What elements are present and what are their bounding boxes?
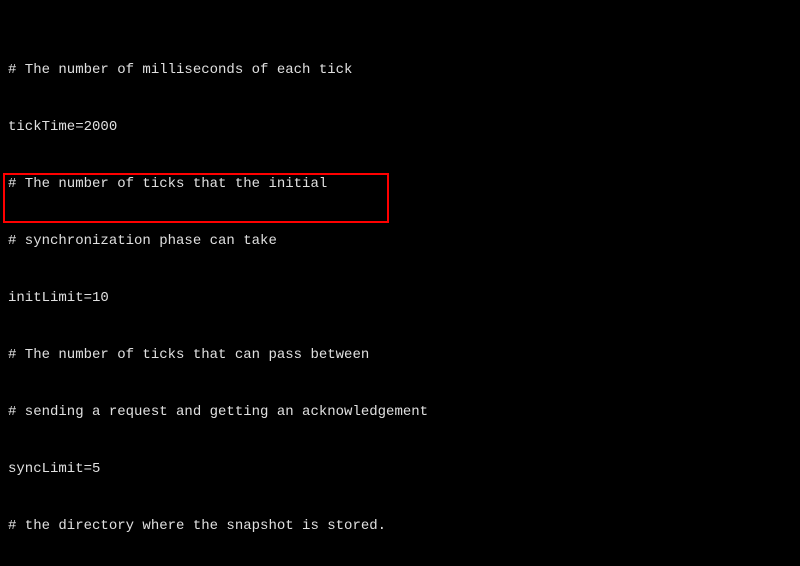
config-line: tickTime=2000 [8,118,792,137]
config-line: syncLimit=5 [8,460,792,479]
config-line: # The number of milliseconds of each tic… [8,61,792,80]
config-line: # The number of ticks that can pass betw… [8,346,792,365]
config-line: # The number of ticks that the initial [8,175,792,194]
config-line: # the directory where the snapshot is st… [8,517,792,536]
config-line: # synchronization phase can take [8,232,792,251]
config-line: initLimit=10 [8,289,792,308]
config-line: # sending a request and getting an ackno… [8,403,792,422]
terminal-editor[interactable]: # The number of milliseconds of each tic… [0,0,800,566]
